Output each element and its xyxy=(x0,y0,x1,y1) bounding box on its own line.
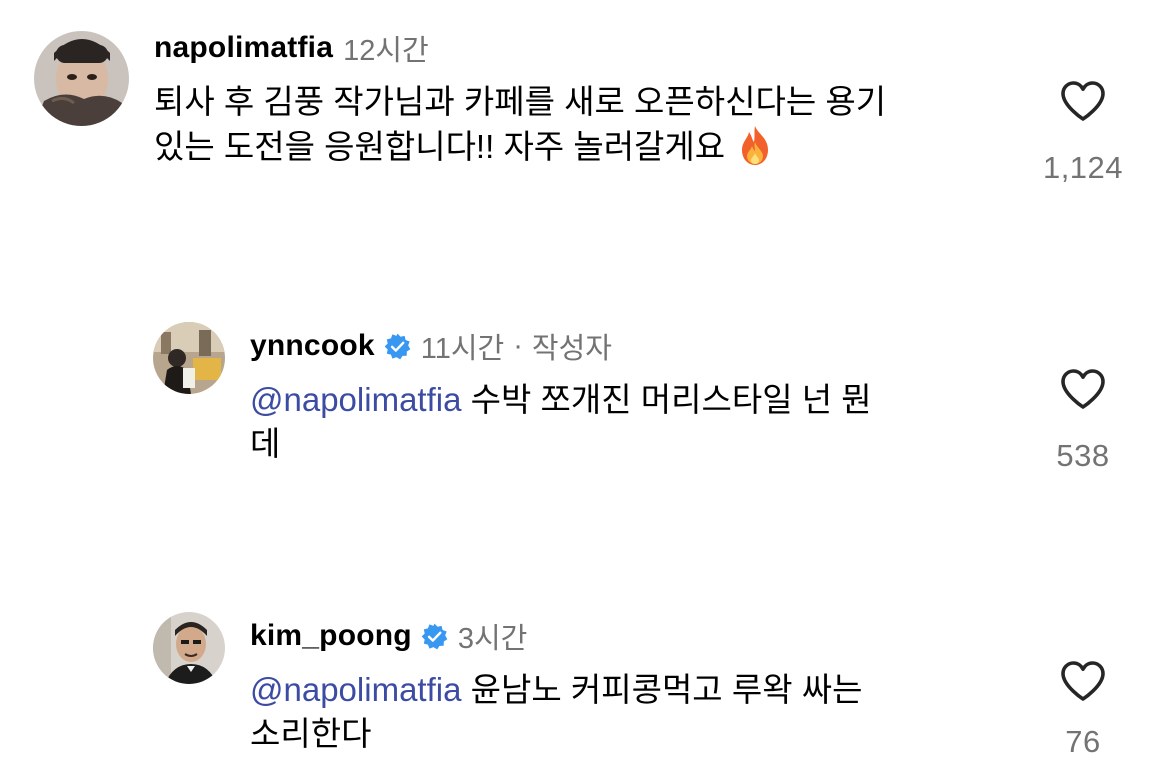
comment-line: 퇴사 후 김풍 작가님과 카페를 새로 오픈하신다는 용기 xyxy=(154,83,887,120)
timestamp: 11시간 xyxy=(420,333,505,365)
comment-text: 퇴사 후 김풍 작가님과 카페를 새로 오픈하신다는 용기 있는 도전을 응원합… xyxy=(154,80,1014,177)
username[interactable]: ynncook xyxy=(250,329,375,363)
heart-icon[interactable] xyxy=(1048,368,1118,410)
comment-line-text: 윤남노 커피콩먹고 루왁 싸는 xyxy=(461,671,863,708)
timestamp: 3시간 xyxy=(457,623,528,655)
comment-line-with-emoji: 있는 도전을 응원합니다!! 자주 놀러갈게요 xyxy=(154,124,1014,177)
mention-link[interactable]: @napolimatfia xyxy=(250,671,461,708)
timestamp: 12시간 xyxy=(343,35,429,67)
username[interactable]: napolimatfia xyxy=(154,31,333,65)
comment-line: @napolimatfia 윤남노 커피콩먹고 루왁 싸는 xyxy=(250,668,1010,712)
comment-header: ynncook 11시간 · 작성자 xyxy=(250,326,612,366)
heart-icon[interactable] xyxy=(1048,80,1118,122)
username[interactable]: kim_poong xyxy=(250,619,412,653)
comment-text: @napolimatfia 윤남노 커피콩먹고 루왁 싸는 소리한다 xyxy=(250,668,1010,756)
verified-badge-icon xyxy=(421,623,448,650)
author-tag: 작성자 xyxy=(531,333,612,365)
like-control: 76 xyxy=(1048,660,1118,760)
heart-icon[interactable] xyxy=(1048,660,1118,702)
avatar[interactable] xyxy=(153,612,225,684)
separator-dot: · xyxy=(513,329,523,362)
like-control: 538 xyxy=(1048,368,1118,474)
like-control: 1,124 xyxy=(1043,80,1123,186)
verified-badge-icon xyxy=(384,333,411,360)
comment-line: 소리한다 xyxy=(250,715,372,752)
avatar[interactable] xyxy=(34,31,129,126)
comment-header: napolimatfia 12시간 xyxy=(154,28,429,68)
like-count: 538 xyxy=(1056,438,1110,473)
comment-line: 데 xyxy=(250,425,281,462)
comment-text: @napolimatfia 수박 쪼개진 머리스타일 넌 뭔 데 xyxy=(250,378,1010,466)
comment-line-text: 수박 쪼개진 머리스타일 넌 뭔 xyxy=(461,381,872,418)
comment-header: kim_poong 3시간 xyxy=(250,616,527,656)
like-count: 1,124 xyxy=(1042,150,1124,185)
avatar[interactable] xyxy=(153,322,225,394)
mention-link[interactable]: @napolimatfia xyxy=(250,381,461,418)
like-count: 76 xyxy=(1065,724,1101,759)
comment-line: 있는 도전을 응원합니다!! 자주 놀러갈게요 xyxy=(154,128,726,165)
comment-line: @napolimatfia 수박 쪼개진 머리스타일 넌 뭔 xyxy=(250,378,1010,422)
fire-emoji-icon xyxy=(738,124,772,177)
